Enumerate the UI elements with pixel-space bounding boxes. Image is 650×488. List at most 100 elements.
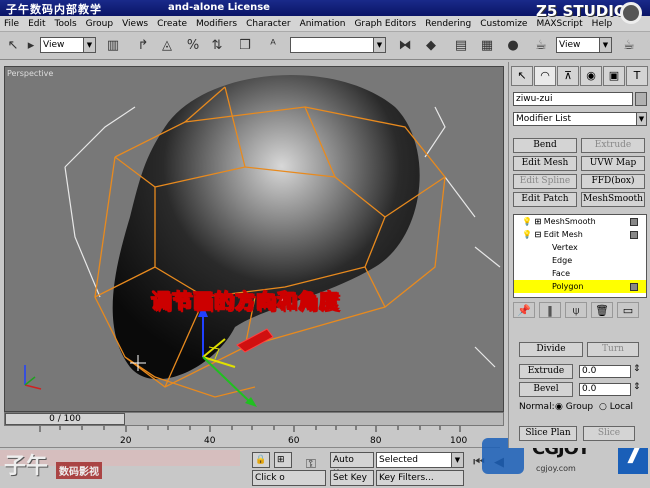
menu-graph-editors[interactable]: Graph Editors <box>354 19 416 29</box>
meshsmooth-button[interactable]: MeshSmooth <box>581 192 645 207</box>
track-bar[interactable]: 20 40 60 80 100 <box>0 426 500 448</box>
bend-button[interactable]: Bend <box>513 138 577 153</box>
menu-tools[interactable]: Tools <box>55 19 77 29</box>
key-icon[interactable]: ⚿ <box>302 456 320 474</box>
turn-button[interactable]: Turn <box>587 342 639 357</box>
stack-tools: 📌 ‖ ⍦ 🗑 ▭ <box>513 302 647 320</box>
make-unique-icon[interactable]: ⍦ <box>565 302 587 318</box>
absolute-mode-icon[interactable]: ⊞ <box>274 452 292 468</box>
tab-create-icon[interactable]: ↖ <box>511 66 533 86</box>
menu-group[interactable]: Group <box>86 19 113 29</box>
time-slider[interactable]: 0 / 100 <box>4 412 504 426</box>
snap-3d-icon[interactable]: ↱ <box>134 37 152 55</box>
normal-local-radio[interactable]: ○ Local <box>599 402 633 412</box>
select-by-name-icon[interactable]: ▸ <box>22 37 40 55</box>
divide-button[interactable]: Divide <box>519 342 583 357</box>
ffd-box-button[interactable]: FFD(box) <box>581 174 645 189</box>
track-view-icon[interactable]: ▤ <box>452 37 470 55</box>
stack-sub-polygon[interactable]: Polygon <box>514 280 646 293</box>
remove-modifier-icon[interactable]: 🗑 <box>591 302 613 318</box>
lightbulb-icon[interactable]: 💡 <box>522 217 532 226</box>
tick-label: 100 <box>450 436 468 446</box>
chevron-down-icon: ▼ <box>599 38 611 52</box>
reference-coord-dropdown[interactable]: View ▼ <box>40 37 96 53</box>
render-type-dropdown[interactable]: View ▼ <box>556 37 612 53</box>
spinner-arrows-icon[interactable]: ⇕ <box>633 364 641 374</box>
show-end-result-icon[interactable]: ‖ <box>539 302 561 318</box>
align-icon[interactable]: ◆ <box>422 37 440 55</box>
extrude-button[interactable]: Extrude <box>519 364 573 379</box>
menu-character[interactable]: Character <box>246 19 290 29</box>
tab-utilities-icon[interactable]: T <box>626 66 648 86</box>
menu-rendering[interactable]: Rendering <box>425 19 471 29</box>
bevel-button[interactable]: Bevel <box>519 382 573 397</box>
quick-render-icon[interactable]: ☕ <box>620 37 638 55</box>
time-slider-thumb[interactable]: 0 / 100 <box>5 413 125 425</box>
mirror-icon[interactable]: ⧓ <box>396 37 414 55</box>
edit-named-selection-icon[interactable]: ❒ <box>236 37 254 55</box>
bevel-amount-spinner[interactable]: 0.0 <box>579 383 631 396</box>
tab-modify-icon[interactable]: ◠ <box>534 66 556 86</box>
menu-modifiers[interactable]: Modifiers <box>196 19 237 29</box>
chevron-down-icon: ▼ <box>636 113 646 125</box>
window-title-suffix: and-alone License <box>168 2 270 13</box>
object-name-field[interactable]: ziwu-zui <box>513 92 633 106</box>
chevron-down-icon: ▼ <box>83 38 95 52</box>
auto-key-button[interactable]: Auto Key <box>330 452 374 479</box>
modifier-list-dropdown[interactable]: Modifier List ▼ <box>513 112 647 126</box>
object-color-swatch[interactable] <box>635 92 647 106</box>
spinner-snap-icon[interactable]: ⇅ <box>208 37 226 55</box>
angle-snap-icon[interactable]: ◬ <box>158 37 176 55</box>
lock-selection-icon[interactable]: 🔒 <box>252 452 270 468</box>
extrude-modifier-button[interactable]: Extrude <box>581 138 645 153</box>
key-mode-dropdown[interactable]: Selected ▼ <box>376 452 464 468</box>
normal-label: Normal: <box>519 402 555 412</box>
tab-display-icon[interactable]: ▣ <box>603 66 625 86</box>
stack-item-edit-mesh[interactable]: 💡 ⊟ Edit Mesh <box>514 228 646 241</box>
uvw-map-button[interactable]: UVW Map <box>581 156 645 171</box>
select-object-icon[interactable]: ↖ <box>4 37 22 55</box>
menu-animation[interactable]: Animation <box>300 19 346 29</box>
key-filters-button[interactable]: Key Filters... <box>376 470 464 486</box>
named-selection-dropdown[interactable]: ▼ <box>290 37 386 53</box>
edit-patch-button[interactable]: Edit Patch <box>513 192 577 207</box>
stack-sub-face[interactable]: Face <box>514 267 646 280</box>
spinner-arrows-icon[interactable]: ⇕ <box>633 382 641 392</box>
panel-tabs: ↖ ◠ ⊼ ◉ ▣ T <box>511 66 649 86</box>
lightbulb-icon[interactable]: 💡 <box>522 230 532 239</box>
perspective-viewport[interactable]: Perspective 调节面的方向和角度 <box>4 66 504 412</box>
slice-plane-button[interactable]: Slice Plan <box>519 426 577 441</box>
tab-hierarchy-icon[interactable]: ⊼ <box>557 66 579 86</box>
abc-icon[interactable]: ᴬ <box>264 37 282 55</box>
render-scene-icon[interactable]: ☕ <box>532 37 550 55</box>
config-box-icon <box>630 283 638 291</box>
menu-create[interactable]: Create <box>157 19 187 29</box>
menu-file[interactable]: File <box>4 19 19 29</box>
tab-motion-icon[interactable]: ◉ <box>580 66 602 86</box>
config-box-icon <box>630 231 638 239</box>
stack-sub-vertex[interactable]: Vertex <box>514 241 646 254</box>
config-box-icon <box>630 218 638 226</box>
menu-views[interactable]: Views <box>122 19 148 29</box>
percent-snap-icon[interactable]: % <box>184 37 202 55</box>
brand-logo-sub: 数码影视 <box>56 462 102 479</box>
pivot-icon[interactable]: ▥ <box>104 37 122 55</box>
slice-button[interactable]: Slice <box>583 426 635 441</box>
stack-item-meshsmooth[interactable]: 💡 ⊞ MeshSmooth <box>514 215 646 228</box>
edit-mesh-button[interactable]: Edit Mesh <box>513 156 577 171</box>
set-key-button[interactable]: Set Key <box>330 470 374 486</box>
studio-logo: Z5 STUDIO <box>536 2 646 32</box>
extrude-amount-spinner[interactable]: 0.0 <box>579 365 631 378</box>
menu-edit[interactable]: Edit <box>28 19 45 29</box>
edit-spline-button[interactable]: Edit Spline <box>513 174 577 189</box>
material-editor-icon[interactable]: ● <box>504 37 522 55</box>
schematic-icon[interactable]: ▦ <box>478 37 496 55</box>
normal-group-radio[interactable]: ◉ Group <box>555 402 593 412</box>
configure-sets-icon[interactable]: ▭ <box>617 302 639 318</box>
modifier-stack[interactable]: 💡 ⊞ MeshSmooth 💡 ⊟ Edit Mesh Vertex Edge… <box>513 214 647 298</box>
window-title: 子午数码内部教学 <box>6 3 102 16</box>
pin-stack-icon[interactable]: 📌 <box>513 302 535 318</box>
stack-sub-edge[interactable]: Edge <box>514 254 646 267</box>
menu-customize[interactable]: Customize <box>480 19 527 29</box>
track-ticks <box>39 426 461 432</box>
